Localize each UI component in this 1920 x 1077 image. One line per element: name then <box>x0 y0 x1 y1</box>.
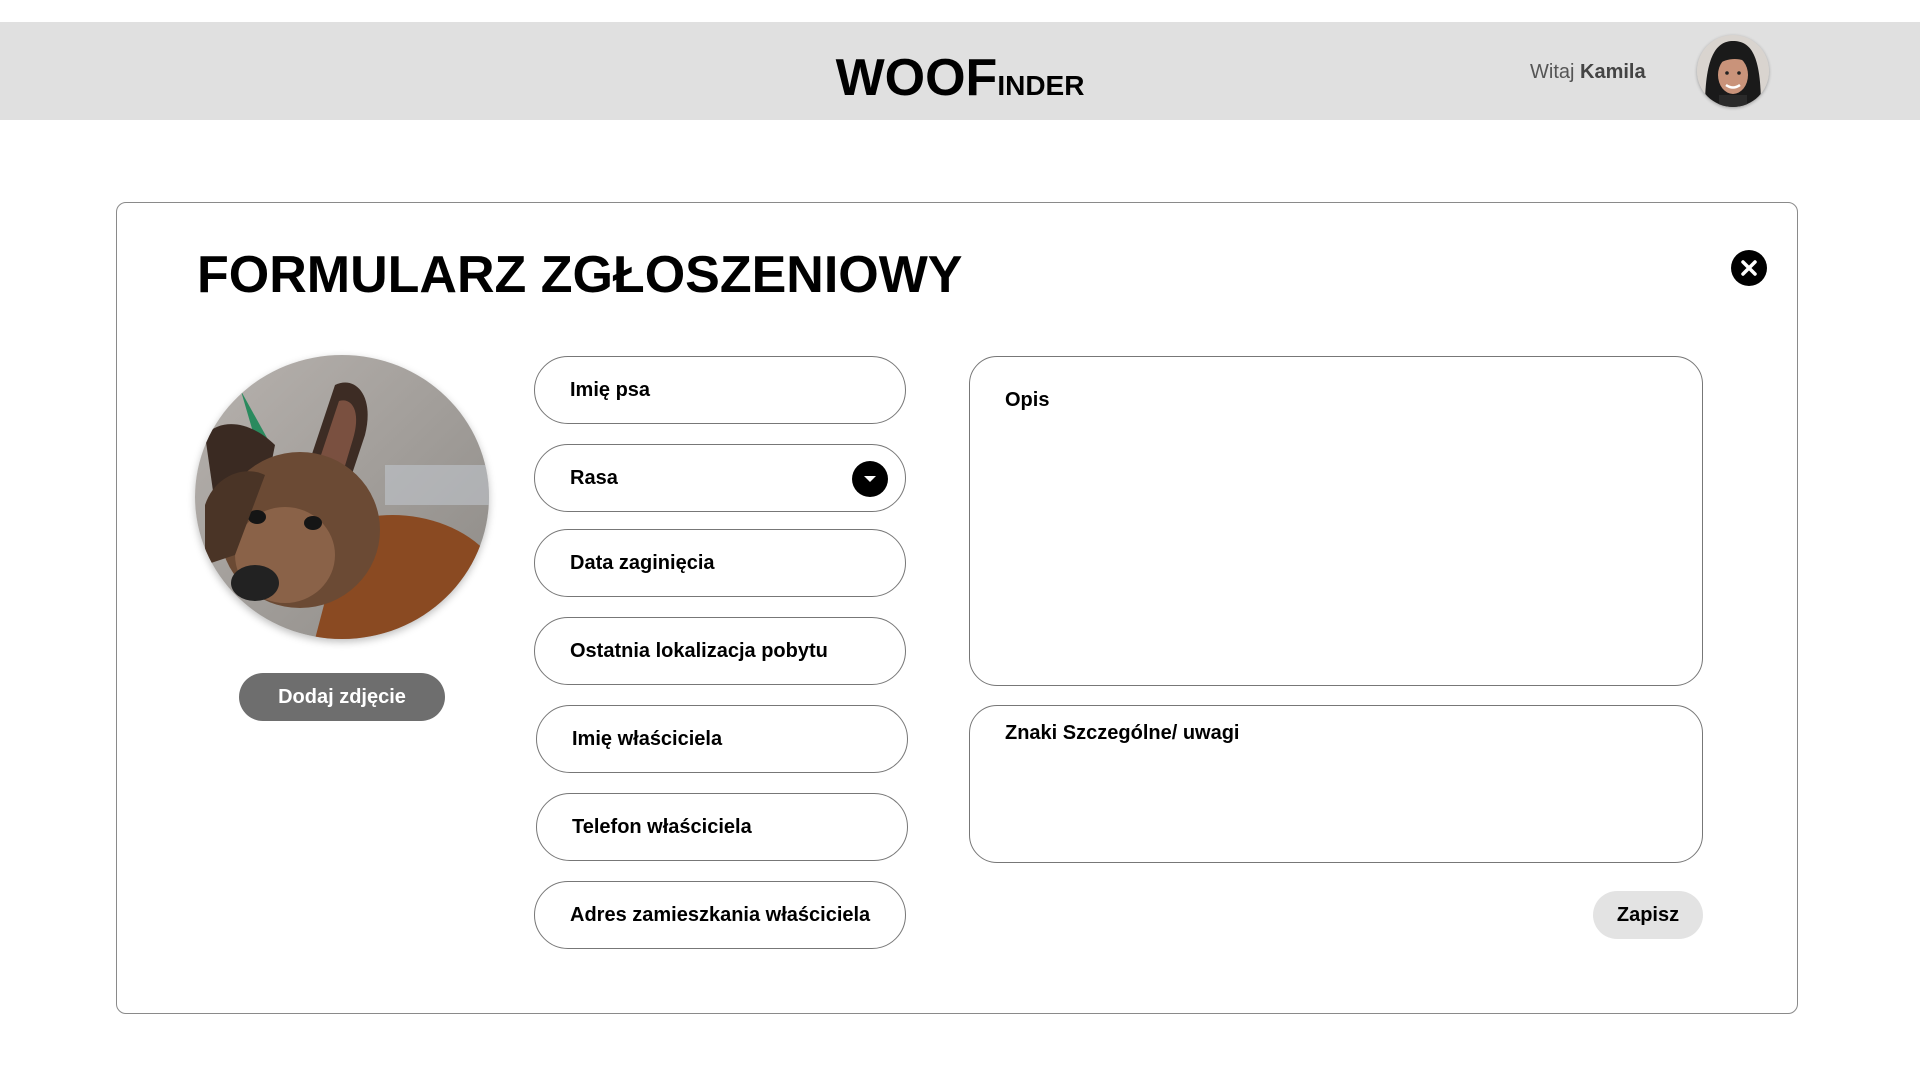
owner-phone-placeholder: Telefon właściciela <box>572 816 752 838</box>
description-placeholder: Opis <box>1005 389 1050 411</box>
application-form-panel: FORMULARZ ZGŁOSZENIOWY Dodaj zdjęcie Imi… <box>116 202 1798 1014</box>
user-name: Kamila <box>1580 61 1646 83</box>
dog-photo-icon <box>195 355 489 639</box>
logo-main: WOOF <box>835 49 998 107</box>
breed-select[interactable]: Rasa <box>534 444 906 512</box>
dog-name-field[interactable]: Imię psa <box>534 356 906 424</box>
user-greeting: Witaj Kamila <box>1530 61 1646 84</box>
breed-placeholder: Rasa <box>570 467 618 489</box>
owner-address-placeholder: Adres zamieszkania właściciela <box>570 904 871 926</box>
missing-date-placeholder: Data zaginięcia <box>570 552 715 574</box>
add-photo-button[interactable]: Dodaj zdjęcie <box>239 673 445 721</box>
close-icon <box>1741 260 1757 276</box>
last-location-placeholder: Ostatnia lokalizacja pobytu <box>570 640 828 662</box>
remarks-textarea[interactable]: Znaki Szczególne/ uwagi <box>969 705 1703 863</box>
page-title: FORMULARZ ZGŁOSZENIOWY <box>197 246 963 304</box>
chevron-down-icon <box>864 476 876 482</box>
owner-name-placeholder: Imię właściciela <box>572 728 723 750</box>
dog-photo <box>195 355 489 639</box>
owner-name-field[interactable]: Imię właściciela <box>536 705 908 773</box>
dog-name-placeholder: Imię psa <box>570 379 651 401</box>
greeting-prefix: Witaj <box>1530 61 1575 83</box>
user-avatar[interactable] <box>1697 35 1769 107</box>
owner-address-field[interactable]: Adres zamieszkania właściciela <box>534 881 906 949</box>
breed-dropdown-button[interactable] <box>852 461 888 497</box>
owner-phone-field[interactable]: Telefon właściciela <box>536 793 908 861</box>
avatar-icon <box>1697 35 1769 107</box>
remarks-placeholder: Znaki Szczególne/ uwagi <box>1005 722 1240 744</box>
app-header: WOOFINDER Witaj Kamila <box>0 22 1920 120</box>
save-button[interactable]: Zapisz <box>1593 891 1703 939</box>
last-location-field[interactable]: Ostatnia lokalizacja pobytu <box>534 617 906 685</box>
missing-date-field[interactable]: Data zaginięcia <box>534 529 906 597</box>
close-button[interactable] <box>1731 250 1767 286</box>
description-textarea[interactable]: Opis <box>969 356 1703 686</box>
logo-rest: INDER <box>997 70 1085 101</box>
